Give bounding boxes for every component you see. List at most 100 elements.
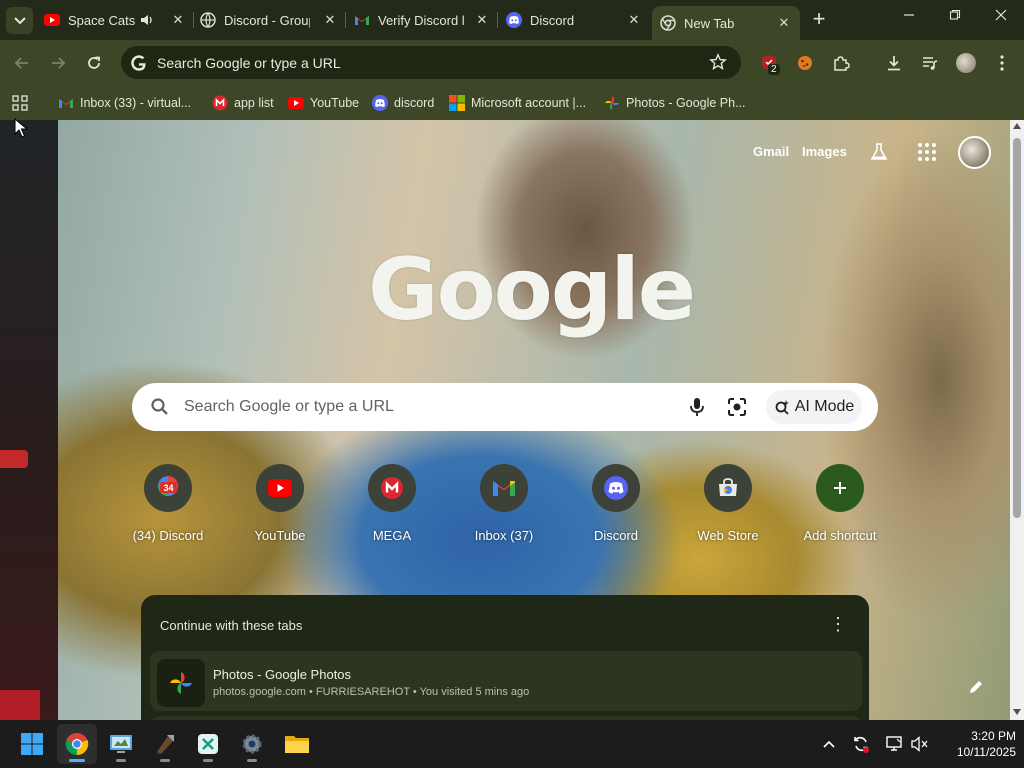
bookmark-label: Photos - Google Ph... xyxy=(626,96,746,110)
continue-item-subtitle: photos.google.com • FURRIESAREHOT • You … xyxy=(213,686,530,698)
tab-discord-group[interactable]: Discord - Group ✕ xyxy=(200,6,346,34)
tab-discord[interactable]: Discord ✕ xyxy=(506,6,650,34)
account-avatar[interactable] xyxy=(958,136,991,169)
shortcut-tile[interactable]: 34 (34) Discord xyxy=(118,464,218,543)
extension-orange-button[interactable] xyxy=(794,52,816,74)
clock-date: 10/11/2025 xyxy=(956,745,1016,759)
bookmark-star-icon[interactable] xyxy=(709,53,727,71)
bookmark-inbox[interactable]: Inbox (33) - virtual... xyxy=(58,93,191,113)
taskbar-chrome[interactable] xyxy=(57,724,97,764)
ai-mode-button[interactable]: AI Mode xyxy=(766,390,862,424)
active-indicator xyxy=(69,759,85,762)
network-button[interactable] xyxy=(884,734,904,754)
extension-shield-button[interactable]: 2 xyxy=(758,52,780,75)
bookmark-label: Microsoft account |... xyxy=(471,96,587,110)
speaker-icon[interactable] xyxy=(140,13,154,30)
tab-title: Discord - Group xyxy=(224,12,310,28)
bookmark-discord[interactable]: discord xyxy=(372,93,434,113)
menu-button[interactable] xyxy=(991,52,1013,74)
close-tab-icon[interactable]: ✕ xyxy=(474,12,490,28)
address-bar-text: Search Google or type a URL xyxy=(157,54,341,71)
shortcut-tile[interactable]: Inbox (37) xyxy=(454,464,554,543)
address-bar[interactable]: Search Google or type a URL xyxy=(121,46,741,79)
background-decoration xyxy=(0,690,40,720)
continue-item[interactable]: Photos - Google Photos photos.google.com… xyxy=(150,651,862,711)
youtube-icon xyxy=(288,95,304,111)
search-placeholder[interactable]: Search Google or type a URL xyxy=(184,398,394,416)
customize-pencil-button[interactable] xyxy=(962,673,990,701)
bookmark-microsoft-account[interactable]: Microsoft account |... xyxy=(449,93,586,113)
bookmark-google-photos[interactable]: Photos - Google Ph... xyxy=(604,93,746,113)
tab-title: Discord xyxy=(530,12,575,28)
chrome-icon xyxy=(660,15,676,31)
close-tab-icon[interactable]: ✕ xyxy=(776,15,792,31)
ntp-search-box[interactable]: Search Google or type a URL AI Mode xyxy=(132,383,878,431)
volume-button[interactable] xyxy=(910,734,930,754)
scrollbar-thumb[interactable] xyxy=(1013,138,1021,518)
page-scrollbar[interactable] xyxy=(1010,120,1024,720)
show-hidden-icons-button[interactable] xyxy=(819,734,839,754)
windows-taskbar: 3:20 PM 10/11/2025 xyxy=(0,720,1024,768)
labs-flask-icon[interactable] xyxy=(869,142,889,162)
system-clock[interactable]: 3:20 PM 10/11/2025 xyxy=(936,728,1016,760)
scroll-down-arrow-icon[interactable] xyxy=(1013,709,1021,715)
downloads-button[interactable] xyxy=(883,52,905,74)
puzzle-icon xyxy=(834,56,850,71)
shortcut-icon-circle xyxy=(368,464,416,512)
add-shortcut-button[interactable]: Add shortcut xyxy=(790,464,890,543)
shortcut-tile[interactable]: MEGA xyxy=(342,464,442,543)
discord-icon xyxy=(506,12,522,28)
tab-search-button[interactable] xyxy=(6,7,33,34)
gmail-icon xyxy=(493,481,515,496)
close-tab-icon[interactable]: ✕ xyxy=(322,12,338,28)
taskbar-minecraft-launcher[interactable] xyxy=(145,724,185,764)
scroll-up-arrow-icon[interactable] xyxy=(1013,123,1021,129)
tab-verify-discord[interactable]: Verify Discord l ✕ xyxy=(354,6,498,34)
close-tab-icon[interactable]: ✕ xyxy=(626,12,642,28)
shortcut-tile[interactable]: Discord xyxy=(566,464,666,543)
shortcut-label: Web Store xyxy=(697,528,759,543)
shortcut-tile[interactable]: YouTube xyxy=(230,464,330,543)
extensions-button[interactable] xyxy=(830,52,852,74)
reload-button[interactable] xyxy=(82,51,106,75)
google-lens-icon[interactable] xyxy=(726,396,748,418)
maximize-button[interactable] xyxy=(944,8,966,30)
search-icon xyxy=(150,397,170,417)
back-button[interactable] xyxy=(10,51,34,75)
images-link[interactable]: Images xyxy=(802,144,847,159)
sync-tray-button[interactable] xyxy=(851,734,871,754)
network-icon xyxy=(886,736,902,751)
forward-button[interactable] xyxy=(46,51,70,75)
bookmark-app-list[interactable]: app list xyxy=(212,93,274,113)
gmail-icon xyxy=(354,12,370,28)
tab-new-tab[interactable]: New Tab ✕ xyxy=(652,6,800,40)
gmail-link[interactable]: Gmail xyxy=(753,144,789,159)
taskbar-settings[interactable] xyxy=(232,724,272,764)
taskbar-file-explorer[interactable] xyxy=(277,724,317,764)
tab-space-cats[interactable]: Space Cats ✕ xyxy=(44,6,194,34)
bookmark-youtube[interactable]: YouTube xyxy=(288,93,359,113)
minimize-button[interactable] xyxy=(898,8,920,30)
google-apps-icon[interactable] xyxy=(917,142,937,162)
file-explorer-icon xyxy=(285,736,309,753)
bookmark-label: YouTube xyxy=(310,96,360,110)
extension-badge: 2 xyxy=(768,64,780,75)
close-tab-icon[interactable]: ✕ xyxy=(170,12,186,28)
microphone-icon[interactable] xyxy=(686,396,708,418)
microsoft-icon xyxy=(449,95,465,111)
youtube-icon xyxy=(268,479,292,497)
panel-menu-icon[interactable]: ⋮ xyxy=(829,615,847,633)
start-button[interactable] xyxy=(12,724,52,764)
taskbar-snipping-tool[interactable] xyxy=(188,724,228,764)
arrow-right-icon xyxy=(52,57,66,69)
new-tab-page: Gmail Images Google Search Google or typ… xyxy=(0,120,1024,720)
media-control-button[interactable] xyxy=(919,52,941,74)
close-window-button[interactable] xyxy=(990,8,1012,30)
new-tab-button[interactable]: + xyxy=(808,8,830,30)
apps-button[interactable] xyxy=(12,93,28,113)
taskbar-control-panel[interactable] xyxy=(101,724,141,764)
shortcut-tile[interactable]: Web Store xyxy=(678,464,778,543)
profile-avatar-button[interactable] xyxy=(955,52,977,74)
youtube-icon xyxy=(44,12,60,28)
ai-mode-label: AI Mode xyxy=(794,398,855,415)
